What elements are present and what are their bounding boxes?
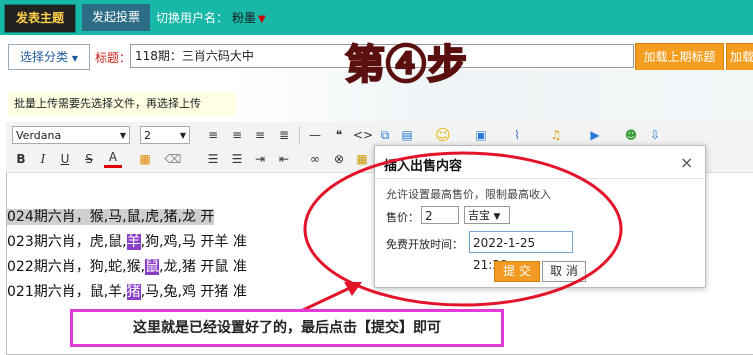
annotation-overlay	[285, 151, 623, 320]
instruction-note: 这里就是已经设置好了的，最后点击【提交】即可	[70, 309, 504, 347]
